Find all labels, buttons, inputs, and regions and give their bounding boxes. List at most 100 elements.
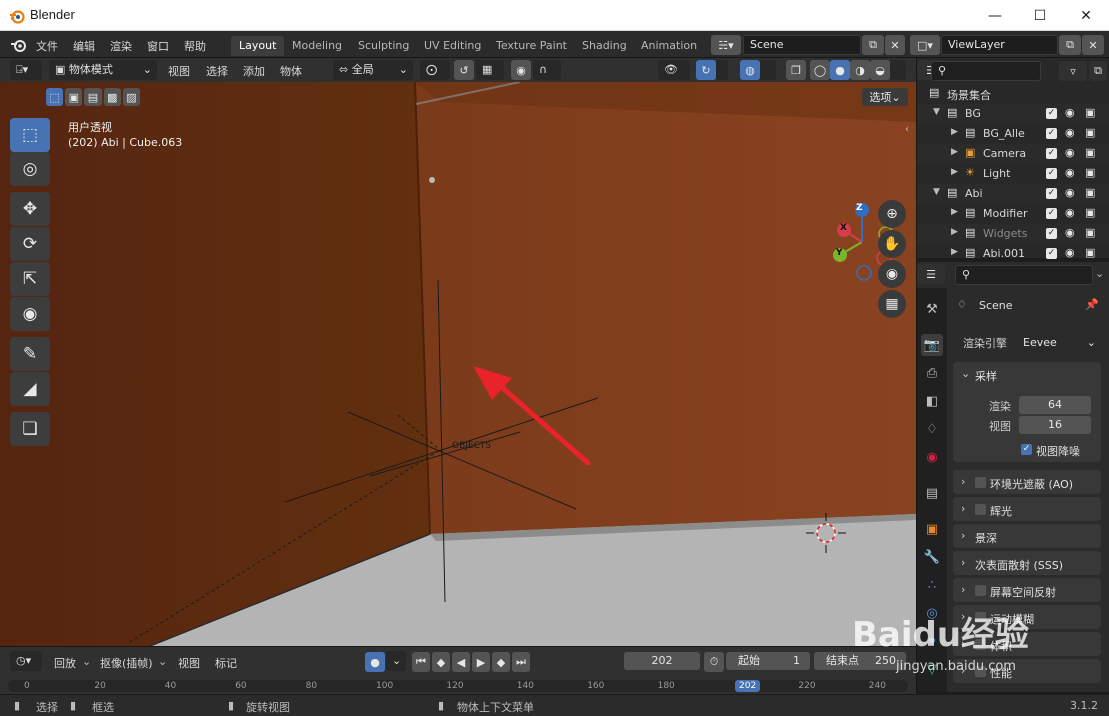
outliner-row[interactable]: ▤ 场景集合	[917, 84, 1109, 104]
expand-arrow-icon[interactable]: ▶	[951, 127, 958, 137]
world-tab-icon[interactable]: ◉	[921, 446, 943, 468]
play-reverse-icon[interactable]: ◀	[452, 652, 470, 672]
expand-arrow-icon[interactable]: ▼	[933, 107, 940, 117]
collapsed-panel[interactable]: › 屏幕空间反射	[953, 578, 1101, 602]
render-camera-icon[interactable]: ▣	[1085, 146, 1095, 159]
timeline-menu-view[interactable]: 视图	[178, 655, 200, 671]
mode-dropdown[interactable]: ▣ 物体模式 ⌄	[49, 60, 157, 80]
snap-toggle-icon[interactable]: ↺	[454, 60, 474, 80]
eye-icon[interactable]: ◉	[1065, 106, 1075, 119]
timeline-ruler[interactable]: 0 20 40 60 80 100 120 140 160 180 202 220 240	[8, 680, 908, 692]
collapsed-panel[interactable]: › 次表面散射 (SSS)	[953, 551, 1101, 575]
eye-icon[interactable]: ◉	[1065, 226, 1075, 239]
blender-menu-icon[interactable]	[10, 37, 28, 53]
expand-arrow-icon[interactable]: ▶	[951, 227, 958, 237]
tool-tab-icon[interactable]: ⚒	[921, 298, 943, 320]
timeline-menu-keying[interactable]: 抠像(插帧)	[100, 655, 153, 671]
chevron-down-icon[interactable]: ⌄	[961, 367, 970, 380]
end-frame-field[interactable]: 结束点 250	[814, 652, 906, 670]
menu-render[interactable]: 渲染	[110, 38, 132, 54]
menu-window[interactable]: 窗口	[147, 38, 169, 54]
3d-viewport[interactable]: Z Y X OBJECTS 用户透视 (202) Abi | Cube.063 …	[0, 82, 916, 646]
select-extend-icon[interactable]: ▣	[65, 88, 83, 106]
wireframe-shading-icon[interactable]: ◯	[810, 60, 830, 80]
outliner-filter-icon[interactable]: ▿	[1059, 61, 1087, 81]
visibility-dropdown[interactable]: 👁	[658, 60, 690, 80]
panel-enable-checkbox[interactable]	[975, 504, 986, 515]
eye-icon[interactable]: ◉	[1065, 166, 1075, 179]
tool-add-cube[interactable]: ❏	[10, 412, 50, 446]
select-invert-icon[interactable]: ▩	[103, 88, 121, 106]
exclude-checkbox[interactable]: ✓	[1046, 108, 1057, 119]
timeline-editor-type[interactable]: ◷▾	[10, 651, 42, 671]
tab-uv-editing[interactable]: UV Editing	[416, 36, 489, 56]
exclude-checkbox[interactable]: ✓	[1046, 248, 1057, 259]
jump-end-icon[interactable]: ⏭	[512, 652, 530, 672]
panel-enable-checkbox[interactable]	[975, 666, 986, 677]
select-new-icon[interactable]: ⬚	[46, 88, 64, 106]
outliner-row[interactable]: ▼ ▤ BG ✓ ◉ ▣	[917, 104, 1109, 124]
collapsed-panel[interactable]: › 性能	[953, 659, 1101, 683]
tool-measure[interactable]: ◢	[10, 372, 50, 406]
scene-selector-icon[interactable]: ☵▾	[711, 35, 741, 55]
panel-enable-checkbox[interactable]	[975, 477, 986, 488]
expand-arrow-icon[interactable]: ▶	[951, 247, 958, 257]
minimize-button[interactable]: —	[972, 0, 1018, 31]
start-frame-field[interactable]: 起始 1	[726, 652, 810, 670]
sampling-render-field[interactable]: 64	[1019, 396, 1091, 414]
exclude-checkbox[interactable]: ✓	[1046, 188, 1057, 199]
exclude-checkbox[interactable]: ✓	[1046, 128, 1057, 139]
view-layer-tab-icon[interactable]: ◧	[921, 390, 943, 412]
render-camera-icon[interactable]: ▣	[1085, 126, 1095, 139]
select-intersect-icon[interactable]: ▨	[122, 88, 141, 106]
tool-rotate[interactable]: ⟳	[10, 227, 50, 261]
render-camera-icon[interactable]: ▣	[1085, 206, 1095, 219]
properties-search-input[interactable]: ⚲	[955, 265, 1093, 285]
timeline-menu-playback[interactable]: 回放	[54, 655, 76, 671]
record-button[interactable]: ●	[365, 652, 385, 672]
scene-name-field[interactable]: Scene	[743, 35, 861, 55]
collapsed-panel[interactable]: › 运动模糊	[953, 605, 1101, 629]
viewlayer-name-field[interactable]: ViewLayer	[941, 35, 1058, 55]
eye-icon[interactable]: ◉	[1065, 126, 1075, 139]
sampling-title[interactable]: 采样	[975, 368, 997, 384]
collapsed-panel[interactable]: › 辉光	[953, 497, 1101, 521]
ortho-grid-icon[interactable]: ▦	[878, 290, 906, 318]
denoise-checkbox[interactable]: ✓	[1021, 444, 1032, 455]
material-shading-icon[interactable]: ◑	[850, 60, 870, 80]
collapsed-panel[interactable]: › 体积	[953, 632, 1101, 656]
expand-arrow-icon[interactable]: ▶	[951, 207, 958, 217]
tool-select-box[interactable]: ⬚	[10, 118, 50, 152]
menu-edit[interactable]: 编辑	[73, 38, 95, 54]
outliner-search-input[interactable]: ⚲	[931, 61, 1041, 81]
tool-move[interactable]: ✥	[10, 192, 50, 226]
gizmo-toggle-icon[interactable]: ↻	[696, 60, 716, 80]
exclude-checkbox[interactable]: ✓	[1046, 148, 1057, 159]
outliner-row[interactable]: ▼ ▤ Abi ✓ ◉ ▣	[917, 184, 1109, 204]
collapsed-panel[interactable]: › 景深	[953, 524, 1101, 548]
play-icon[interactable]: ▶	[472, 652, 490, 672]
overlay-dropdown[interactable]	[760, 60, 776, 80]
outliner-row[interactable]: ▶ ☀ Light ✓ ◉ ▣	[917, 164, 1109, 184]
menu-file[interactable]: 文件	[36, 38, 58, 54]
outliner-row[interactable]: ▶ ▤ BG_Alle ✓ ◉ ▣	[917, 124, 1109, 144]
maximize-button[interactable]: ☐	[1017, 0, 1063, 31]
eye-icon[interactable]: ◉	[1065, 146, 1075, 159]
render-camera-icon[interactable]: ▣	[1085, 106, 1095, 119]
falloff-icon[interactable]: ∩	[533, 60, 561, 80]
render-engine-dropdown[interactable]: Eevee ⌄	[1017, 332, 1101, 352]
tab-modeling[interactable]: Modeling	[284, 36, 350, 56]
overlay-toggle-icon[interactable]: ◍	[740, 60, 760, 80]
render-camera-icon[interactable]: ▣	[1085, 226, 1095, 239]
eye-icon[interactable]: ◉	[1065, 186, 1075, 199]
prev-keyframe-icon[interactable]: ◆	[432, 652, 450, 672]
gizmo-dropdown[interactable]	[716, 60, 728, 80]
select-subtract-icon[interactable]: ▤	[84, 88, 102, 106]
viewport-menu-object[interactable]: 物体	[280, 63, 302, 79]
tab-animation[interactable]: Animation	[633, 36, 705, 56]
sidebar-toggle-icon[interactable]: ‹	[905, 124, 909, 135]
exclude-checkbox[interactable]: ✓	[1046, 208, 1057, 219]
render-camera-icon[interactable]: ▣	[1085, 186, 1095, 199]
camera-view-icon[interactable]: ◉	[878, 260, 906, 288]
tab-shading[interactable]: Shading	[574, 36, 635, 56]
